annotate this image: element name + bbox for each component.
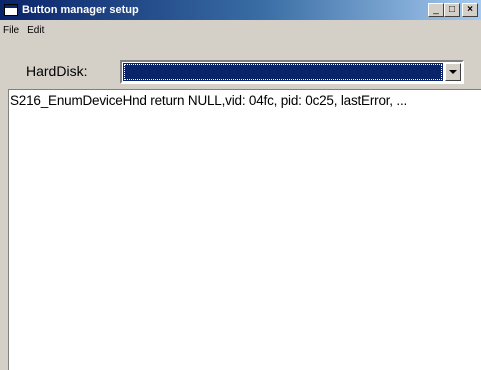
log-output-area[interactable]: S216_EnumDeviceHnd return NULL,vid: 04fc… [8, 89, 481, 370]
close-button[interactable]: × [462, 3, 478, 17]
minimize-icon: _ [433, 4, 439, 15]
menu-bar: File Edit [0, 22, 48, 38]
close-icon: × [467, 4, 473, 15]
harddisk-selected-value[interactable] [123, 63, 443, 81]
minimize-button[interactable]: _ [428, 3, 444, 17]
app-window: Button manager setup _ □ × File Edit Har… [0, 0, 481, 370]
harddisk-label: HardDisk: [26, 63, 88, 79]
chevron-down-icon [449, 69, 457, 74]
maximize-icon: □ [448, 4, 456, 15]
dropdown-arrow-button[interactable] [445, 63, 461, 81]
maximize-button[interactable]: □ [444, 3, 460, 17]
window-controls: _ □ × [428, 3, 478, 17]
window-title: Button manager setup [22, 4, 139, 16]
app-icon [4, 4, 18, 16]
menu-file[interactable]: File [0, 25, 23, 36]
title-bar[interactable]: Button manager setup _ □ × [0, 0, 481, 20]
log-line: S216_EnumDeviceHnd return NULL,vid: 04fc… [10, 93, 408, 108]
menu-edit[interactable]: Edit [23, 25, 48, 36]
harddisk-dropdown[interactable] [120, 60, 464, 84]
